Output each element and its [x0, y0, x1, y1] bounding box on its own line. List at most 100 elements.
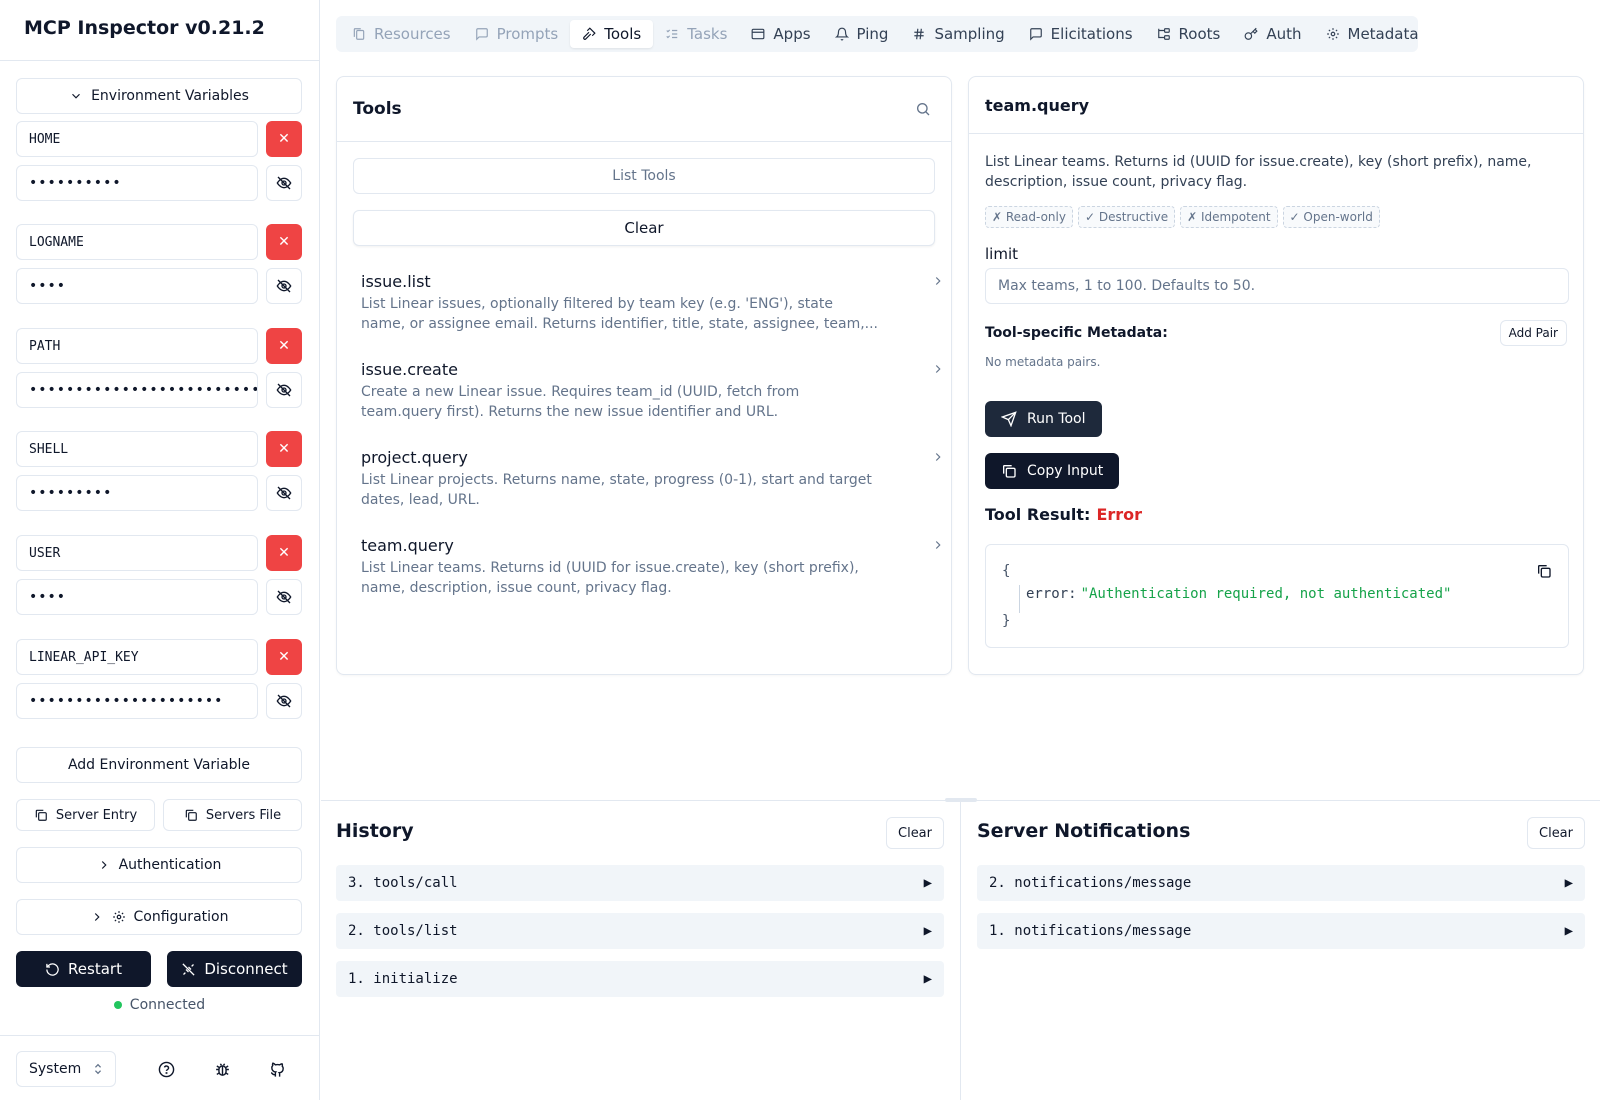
- env-value-input[interactable]: •••••••••: [16, 475, 258, 511]
- tool-item-project-query[interactable]: project.query List Linear projects. Retu…: [361, 448, 941, 510]
- json-error-line: error: "Authentication required, not aut…: [1026, 586, 1451, 602]
- github-icon[interactable]: [266, 1058, 288, 1080]
- tools-panel-title: Tools: [353, 99, 402, 119]
- notification-item[interactable]: 1. notifications/message ▶: [977, 913, 1585, 949]
- tab-prompts[interactable]: Prompts: [463, 20, 571, 48]
- tab-metadata[interactable]: Metadata: [1314, 20, 1431, 48]
- detail-description-line: description, issue count, privacy flag.: [985, 174, 1248, 190]
- tab-resources[interactable]: Resources: [340, 20, 463, 48]
- json-value: "Authentication required, not authentica…: [1080, 586, 1452, 602]
- theme-select[interactable]: System: [16, 1051, 116, 1087]
- search-icon[interactable]: [915, 101, 931, 117]
- tool-item-team-query[interactable]: team.query List Linear teams. Returns id…: [361, 536, 941, 598]
- tool-item-issue-list[interactable]: issue.list List Linear issues, optionall…: [361, 272, 941, 334]
- disconnect-label: Disconnect: [204, 960, 288, 978]
- history-item[interactable]: 2. tools/list ▶: [336, 913, 944, 949]
- copy-icon: [1001, 463, 1017, 479]
- help-icon[interactable]: [155, 1058, 177, 1080]
- tab-apps[interactable]: Apps: [739, 20, 822, 48]
- key-icon: [1244, 27, 1259, 41]
- history-item[interactable]: 3. tools/call ▶: [336, 865, 944, 901]
- list-tools-button[interactable]: List Tools: [353, 158, 935, 194]
- badge-read-only: ✗ Read-only: [985, 206, 1073, 228]
- notifications-title: Server Notifications: [977, 820, 1191, 842]
- run-tool-button[interactable]: Run Tool: [985, 401, 1102, 437]
- env-key-input[interactable]: SHELL: [16, 431, 258, 467]
- env-key-input[interactable]: USER: [16, 535, 258, 571]
- json-indent-guide: [1019, 585, 1020, 613]
- badge-idempotent: ✗ Idempotent: [1180, 206, 1278, 228]
- toggle-visibility-button[interactable]: [266, 268, 302, 304]
- env-key-input[interactable]: LINEAR_API_KEY: [16, 639, 258, 675]
- toggle-visibility-button[interactable]: [266, 165, 302, 201]
- bug-icon[interactable]: [211, 1058, 233, 1080]
- x-icon: ✕: [278, 649, 290, 665]
- add-pair-button[interactable]: Add Pair: [1499, 320, 1567, 346]
- delete-env-button[interactable]: ✕: [266, 224, 302, 260]
- env-key-input[interactable]: PATH: [16, 328, 258, 364]
- env-key-input[interactable]: LOGNAME: [16, 224, 258, 260]
- tab-label: Sampling: [934, 25, 1005, 43]
- toggle-visibility-button[interactable]: [266, 683, 302, 719]
- authentication-toggle[interactable]: Authentication: [16, 847, 302, 883]
- tab-tools[interactable]: Tools: [570, 20, 654, 48]
- param-label: limit: [985, 245, 1018, 263]
- history-item-label: 2. tools/list: [348, 923, 458, 939]
- tab-tasks[interactable]: Tasks: [653, 20, 739, 48]
- history-item[interactable]: 1. initialize ▶: [336, 961, 944, 997]
- chevrons-up-down-icon: [93, 1063, 103, 1075]
- toggle-visibility-button[interactable]: [266, 372, 302, 408]
- configuration-toggle[interactable]: Configuration: [16, 899, 302, 935]
- copy-result-icon[interactable]: [1536, 563, 1552, 579]
- clear-history-button[interactable]: Clear: [886, 817, 944, 849]
- clear-notifications-button[interactable]: Clear: [1527, 817, 1585, 849]
- delete-env-button[interactable]: ✕: [266, 121, 302, 157]
- toggle-visibility-button[interactable]: [266, 579, 302, 615]
- authentication-label: Authentication: [118, 857, 222, 873]
- tool-item-issue-create[interactable]: issue.create Create a new Linear issue. …: [361, 360, 941, 422]
- tab-roots[interactable]: Roots: [1145, 20, 1233, 48]
- unplug-icon: [181, 962, 196, 977]
- copy-icon: [184, 808, 198, 822]
- tab-label: Elicitations: [1050, 25, 1133, 43]
- delete-env-button[interactable]: ✕: [266, 535, 302, 571]
- env-value-input[interactable]: ••••••••••: [16, 165, 258, 201]
- tool-description: List Linear teams. Returns id (UUID for …: [361, 560, 859, 576]
- env-value-input[interactable]: •••••••••••••••••••••: [16, 683, 258, 719]
- delete-env-button[interactable]: ✕: [266, 639, 302, 675]
- tool-name: issue.list: [361, 272, 431, 291]
- disconnect-button[interactable]: Disconnect: [167, 951, 302, 987]
- tab-ping[interactable]: Ping: [823, 20, 901, 48]
- chevron-right-icon: [931, 274, 945, 288]
- delete-env-button[interactable]: ✕: [266, 431, 302, 467]
- resize-handle[interactable]: [945, 798, 977, 802]
- history-title: History: [336, 820, 414, 842]
- add-env-var-button[interactable]: Add Environment Variable: [16, 747, 302, 783]
- app-title: MCP Inspector v0.21.2: [24, 17, 265, 39]
- tab-sampling[interactable]: Sampling: [900, 20, 1016, 48]
- env-value-input[interactable]: ••••••••••••••••••••••••••••: [16, 372, 258, 408]
- copy-server-entry-button[interactable]: Server Entry: [16, 799, 155, 831]
- tool-name: team.query: [361, 536, 454, 555]
- sidebar-divider: [0, 60, 319, 61]
- env-value-input[interactable]: ••••: [16, 579, 258, 615]
- limit-input[interactable]: Max teams, 1 to 100. Defaults to 50.: [985, 268, 1569, 304]
- restart-button[interactable]: Restart: [16, 951, 151, 987]
- tab-auth[interactable]: Auth: [1232, 20, 1313, 48]
- delete-env-button[interactable]: ✕: [266, 328, 302, 364]
- env-value-input[interactable]: ••••: [16, 268, 258, 304]
- copy-servers-file-button[interactable]: Servers File: [163, 799, 302, 831]
- copy-input-button[interactable]: Copy Input: [985, 453, 1120, 489]
- chevron-right-icon: [931, 538, 945, 552]
- tab-elicitations[interactable]: Elicitations: [1017, 20, 1145, 48]
- status-label: Connected: [129, 997, 206, 1013]
- toggle-visibility-button[interactable]: [266, 475, 302, 511]
- notification-item[interactable]: 2. notifications/message ▶: [977, 865, 1585, 901]
- env-key-input[interactable]: HOME: [16, 121, 258, 157]
- x-icon: ✕: [278, 131, 290, 147]
- clear-tools-button[interactable]: Clear: [353, 210, 935, 246]
- copy-input-label: Copy Input: [1027, 463, 1104, 479]
- env-vars-toggle[interactable]: Environment Variables: [16, 78, 302, 114]
- message-square-icon: [1029, 27, 1043, 41]
- detail-title: team.query: [985, 96, 1090, 115]
